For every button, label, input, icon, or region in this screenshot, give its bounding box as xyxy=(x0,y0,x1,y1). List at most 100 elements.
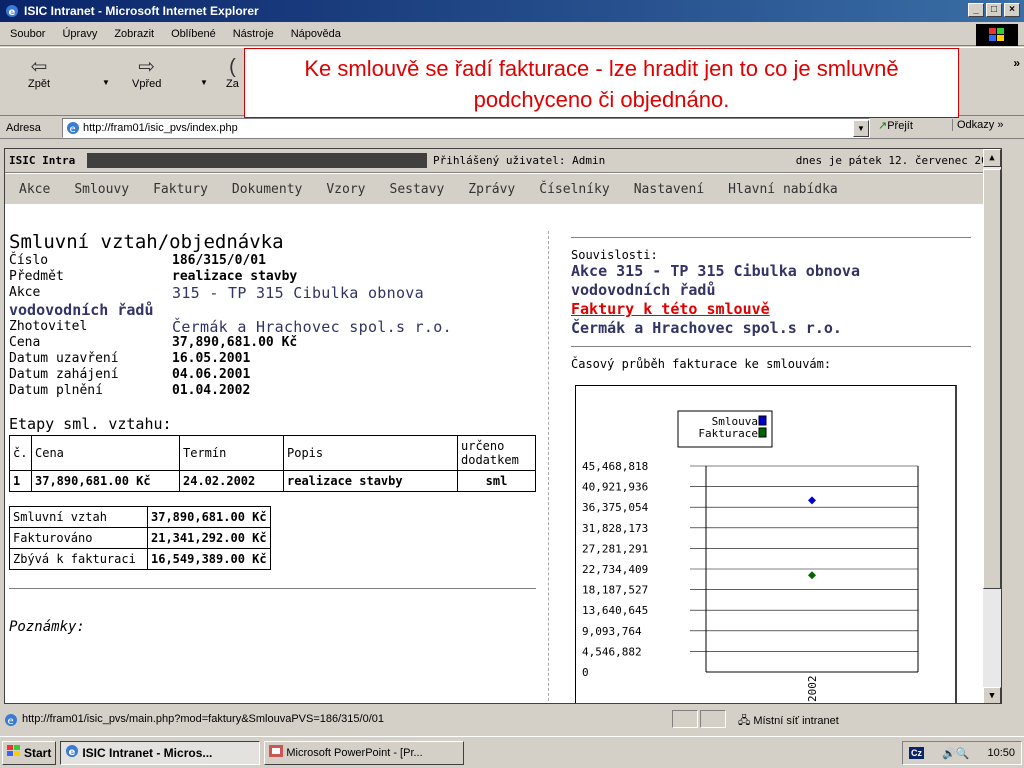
plneni-value: 01.04.2002 xyxy=(172,383,251,398)
page-icon: e xyxy=(66,121,80,138)
nav-ciselniky[interactable]: Číselníky xyxy=(539,182,609,197)
x-tick-label: 2002 xyxy=(806,676,819,703)
predmet-value: realizace stavby xyxy=(172,269,298,284)
scroll-down-icon[interactable]: ▼ xyxy=(983,687,1001,703)
back-button[interactable]: ⇦ Zpět xyxy=(28,56,50,90)
address-dropdown-icon[interactable]: ▼ xyxy=(853,120,869,137)
status-bar: e http://fram01/isic_pvs/main.php?mod=fak… xyxy=(0,708,1024,730)
cell: 1 xyxy=(9,470,32,492)
nav-dokumenty[interactable]: Dokumenty xyxy=(232,182,302,197)
address-bar: Adresa e http://fram01/isic_pvs/index.ph… xyxy=(0,117,1024,139)
nav-akce[interactable]: Akce xyxy=(19,182,50,197)
go-button[interactable]: ↗Přejít xyxy=(878,119,913,132)
summary-value: 21,341,292.00 Kč xyxy=(147,527,271,549)
browser-window: e ISIC Intranet - Microsoft Internet Exp… xyxy=(0,0,1024,736)
pane-divider xyxy=(548,231,549,703)
page-content: ISIC Intra Přihlášený uživatel: Admin dn… xyxy=(4,148,1002,704)
address-input[interactable]: e http://fram01/isic_pvs/index.php ▼ xyxy=(62,118,870,138)
nav-zpravy[interactable]: Zprávy xyxy=(468,182,515,197)
cell: 24.02.2002 xyxy=(179,470,284,492)
status-cells xyxy=(672,710,728,728)
svg-text:e: e xyxy=(70,124,76,135)
page-status-icon: e xyxy=(4,713,18,730)
start-button[interactable]: Start xyxy=(2,740,57,765)
y-tick-label: 0 xyxy=(582,666,589,679)
stop-label: Za xyxy=(226,78,239,90)
divider xyxy=(9,588,536,589)
menu-upravy[interactable]: Úpravy xyxy=(62,28,97,40)
divider xyxy=(571,346,971,347)
nav-sestavy[interactable]: Sestavy xyxy=(390,182,445,197)
go-label: Přejít xyxy=(887,120,913,132)
task-powerpoint[interactable]: Microsoft PowerPoint - [Pr... xyxy=(264,740,465,765)
svg-text:e: e xyxy=(9,7,16,18)
windows-logo-icon xyxy=(976,24,1018,46)
legend-label: Fakturace xyxy=(698,427,758,440)
akce-label: Akce xyxy=(9,285,41,300)
stop-button[interactable]: ( Za xyxy=(226,56,239,90)
menu-napoveda[interactable]: Nápověda xyxy=(291,28,341,40)
ie-task-icon: e xyxy=(65,744,79,761)
akce-related-link-cont[interactable]: vodovodních řadů xyxy=(571,281,971,300)
y-tick-label: 22,734,409 xyxy=(582,563,648,576)
nav-smlouvy[interactable]: Smlouvy xyxy=(74,182,129,197)
links-button[interactable]: Odkazy » xyxy=(952,119,1003,131)
tray-icons[interactable]: 🔊🔍 xyxy=(942,747,969,760)
divider xyxy=(571,237,971,238)
related-pane: Souvislosti: Akce 315 - TP 315 Cibulka o… xyxy=(571,237,971,371)
task-ie[interactable]: e ISIC Intranet - Micros... xyxy=(60,740,261,765)
status-zone: 🖧 Místní síť intranet xyxy=(738,712,839,731)
chart-caption: Časový průběh fakturace ke smlouvám: xyxy=(571,357,832,371)
maximize-button[interactable]: □ xyxy=(986,3,1002,17)
status-text: e http://fram01/isic_pvs/main.php?mod=fak… xyxy=(0,713,384,727)
summary-table: Smluvní vztah 37,890,681.00 Kč Fakturován… xyxy=(9,506,271,570)
vertical-scrollbar[interactable]: ▲ ▼ xyxy=(983,149,1001,703)
cell: realizace stavby xyxy=(283,470,458,492)
chart-svg: SmlouvaFakturace45,468,81840,921,93636,3… xyxy=(582,410,919,703)
language-indicator[interactable]: Cz xyxy=(909,747,924,759)
back-dropdown-icon[interactable]: ▼ xyxy=(102,78,110,87)
akce-related-link[interactable]: Akce 315 - TP 315 Cibulka obnova xyxy=(571,262,971,281)
faktury-link[interactable]: Faktury k této smlouvě xyxy=(571,300,971,319)
forward-button[interactable]: ⇨ Vpřed xyxy=(132,56,161,90)
zhotovitel-related-link[interactable]: Čermák a Hrachovec spol.s r.o. xyxy=(571,319,971,338)
notes-label: Poznámky: xyxy=(9,619,85,635)
menu-nastroje[interactable]: Nástroje xyxy=(233,28,274,40)
predmet-label: Předmět xyxy=(9,269,64,284)
legend-swatch xyxy=(758,415,767,426)
annotation-callout: Ke smlouvě se řadí fakturace - lze hradi… xyxy=(244,48,959,118)
scroll-up-icon[interactable]: ▲ xyxy=(983,149,1001,167)
akce-link[interactable]: 315 - TP 315 Cibulka obnova xyxy=(172,285,424,301)
menu-bar: Soubor Úpravy Zobrazit Oblíbené Nástroje… xyxy=(0,22,1024,46)
clock: 10:50 xyxy=(987,747,1015,759)
scroll-thumb[interactable] xyxy=(983,169,1001,589)
nav-vzory[interactable]: Vzory xyxy=(326,182,365,197)
summary-label: Fakturováno xyxy=(9,527,148,549)
zhotovitel-link[interactable]: Čermák a Hrachovec spol.s r.o. xyxy=(172,319,452,335)
app-brand: ISIC Intra xyxy=(9,154,76,167)
zahajeni-label: Datum zahájení xyxy=(9,367,119,382)
nav-faktury[interactable]: Faktury xyxy=(153,182,208,197)
forward-label: Vpřed xyxy=(132,78,162,90)
nav-hlavni-nabidka[interactable]: Hlavní nabídka xyxy=(728,182,838,197)
summary-value: 37,890,681.00 Kč xyxy=(147,506,271,528)
legend-swatch xyxy=(758,427,767,438)
toolbar-more-icon[interactable]: » xyxy=(1013,56,1020,70)
menu-soubor[interactable]: Soubor xyxy=(10,28,45,40)
forward-dropdown-icon[interactable]: ▼ xyxy=(200,78,208,87)
app-nav: Akce Smlouvy Faktury Dokumenty Vzory Ses… xyxy=(5,174,1001,204)
data-point-fakturace xyxy=(808,571,816,580)
svg-text:e: e xyxy=(8,716,14,727)
akce-link-cont[interactable]: vodovodních řadů xyxy=(9,301,544,319)
summary-label: Zbývá k fakturaci xyxy=(9,548,148,570)
close-button[interactable]: × xyxy=(1004,3,1020,17)
cell: 37,890,681.00 Kč xyxy=(31,470,180,492)
nav-nastaveni[interactable]: Nastavení xyxy=(634,182,704,197)
invoicing-chart: Smlouva Fakturace 45,468,818 40,921,936 36,3… xyxy=(575,385,957,703)
menu-zobrazit[interactable]: Zobrazit xyxy=(114,28,154,40)
menu-oblibene[interactable]: Oblíbené xyxy=(171,28,216,40)
y-tick-label: 31,828,173 xyxy=(582,522,648,535)
uzavreni-value: 16.05.2001 xyxy=(172,351,251,366)
etapy-table: č. Cena Termín Popis určeno dodatkem 1 3… xyxy=(9,435,536,492)
minimize-button[interactable]: _ xyxy=(968,3,984,17)
